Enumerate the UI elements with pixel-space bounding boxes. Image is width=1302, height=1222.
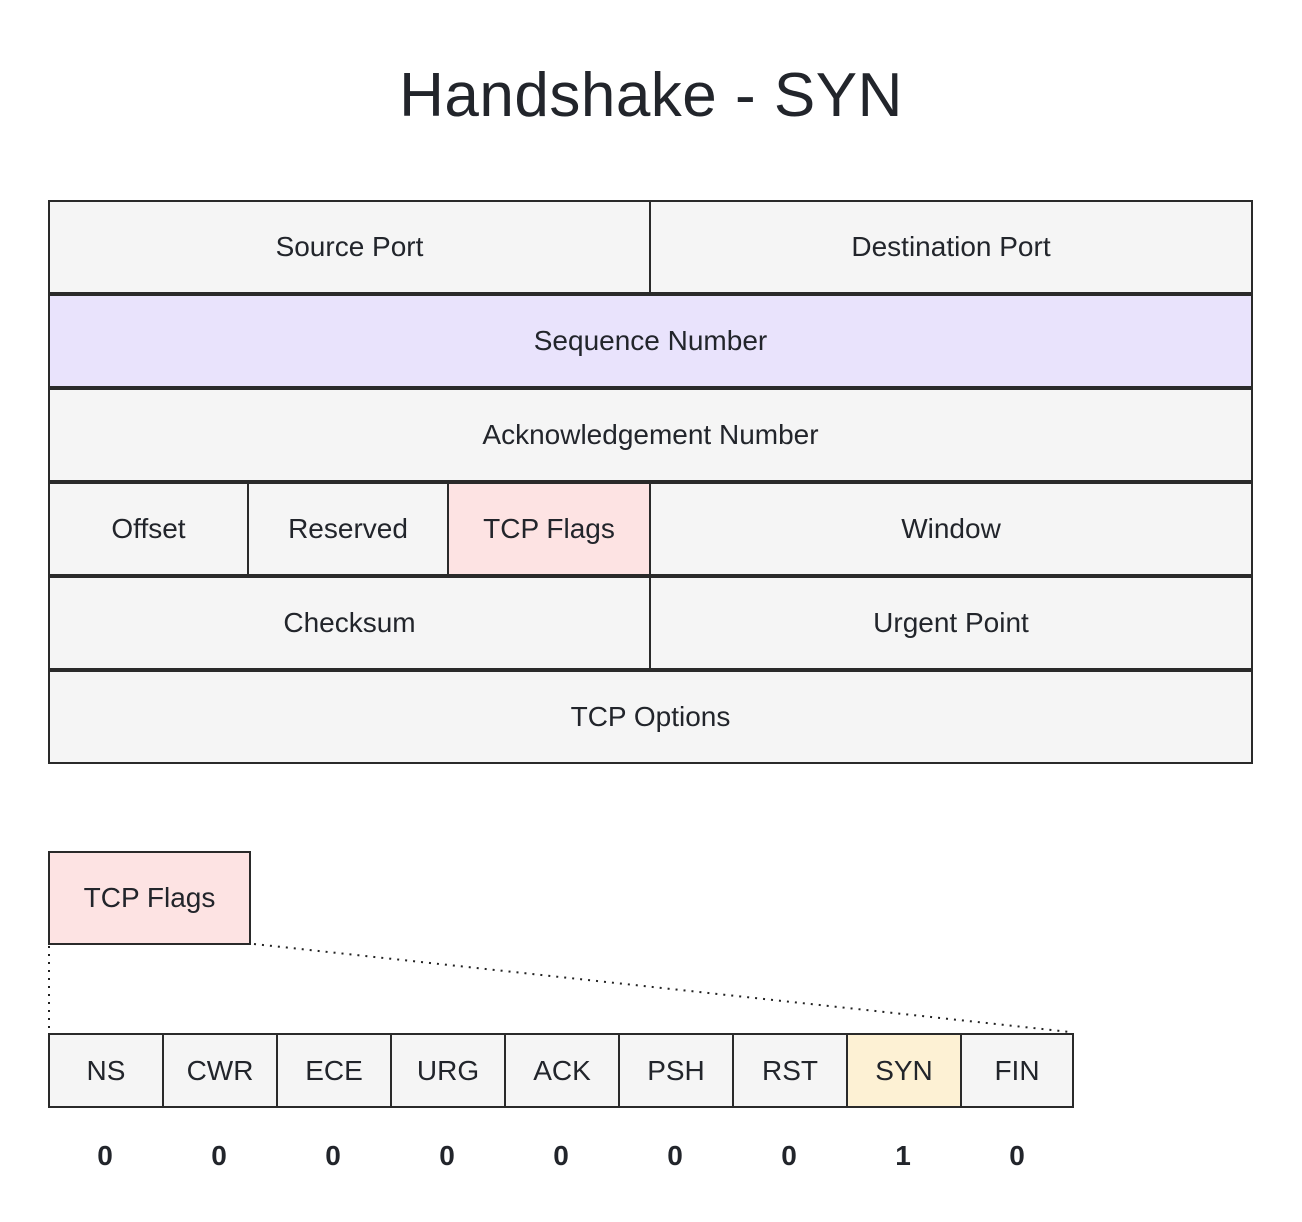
field-tcp-flags: TCP Flags — [447, 482, 651, 576]
field-window: Window — [649, 482, 1253, 576]
flag-cwr: CWR — [162, 1033, 278, 1108]
flag-value-rst: 0 — [781, 1140, 797, 1171]
flag-ns: NS — [48, 1033, 164, 1108]
flag-value-ack: 0 — [553, 1140, 569, 1171]
field-urgent-point: Urgent Point — [649, 576, 1253, 670]
flag-fin: FIN — [960, 1033, 1074, 1108]
flag-psh: PSH — [618, 1033, 734, 1108]
flag-ece: ECE — [276, 1033, 392, 1108]
flag-value-ece: 0 — [325, 1140, 341, 1171]
flag-rst: RST — [732, 1033, 848, 1108]
flag-ack: ACK — [504, 1033, 620, 1108]
field-acknowledgement-number: Acknowledgement Number — [48, 388, 1253, 482]
flag-syn: SYN — [846, 1033, 962, 1108]
tcp-flags-callout: TCP Flags — [48, 851, 251, 945]
guide-line-right — [253, 943, 1071, 1033]
flag-value-psh: 0 — [667, 1140, 683, 1171]
diagram-title: Handshake - SYN — [399, 61, 903, 130]
field-sequence-number: Sequence Number — [48, 294, 1253, 388]
flag-value-urg: 0 — [439, 1140, 455, 1171]
flag-value-syn: 1 — [895, 1140, 911, 1171]
field-source-port: Source Port — [48, 200, 651, 294]
flag-urg: URG — [390, 1033, 506, 1108]
flag-value-fin: 0 — [1009, 1140, 1025, 1171]
field-tcp-options: TCP Options — [48, 670, 1253, 764]
flag-value-ns: 0 — [97, 1140, 113, 1171]
flag-value-cwr: 0 — [211, 1140, 227, 1171]
field-checksum: Checksum — [48, 576, 651, 670]
field-offset: Offset — [48, 482, 249, 576]
field-destination-port: Destination Port — [649, 200, 1253, 294]
field-reserved: Reserved — [247, 482, 449, 576]
